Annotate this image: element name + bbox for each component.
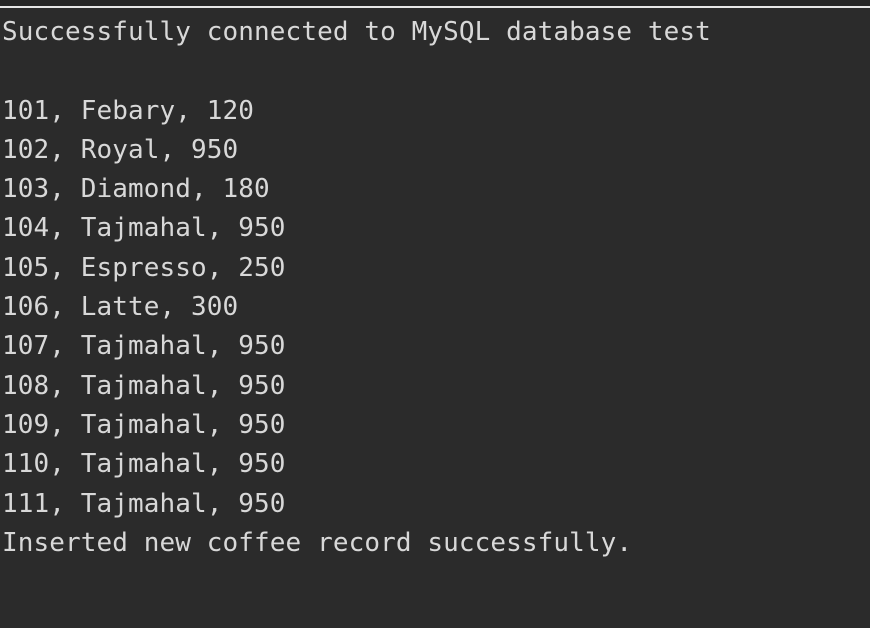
insert-success-message: Inserted new coffee record successfully.: [2, 527, 633, 558]
coffee-record-row: 109, Tajmahal, 950: [2, 409, 286, 440]
coffee-record-row: 102, Royal, 950: [2, 134, 239, 165]
console-output: Successfully connected to MySQL database…: [2, 13, 868, 563]
coffee-record-row: 105, Espresso, 250: [2, 252, 286, 283]
coffee-record-row: 103, Diamond, 180: [2, 174, 270, 205]
console-output-window: Successfully connected to MySQL database…: [0, 0, 870, 628]
coffee-record-row: 107, Tajmahal, 950: [2, 331, 286, 362]
top-window-edge: [0, 0, 870, 8]
coffee-record-row: 108, Tajmahal, 950: [2, 370, 286, 401]
coffee-record-row: 111, Tajmahal, 950: [2, 488, 286, 519]
coffee-record-row: 110, Tajmahal, 950: [2, 449, 286, 480]
coffee-record-row: 104, Tajmahal, 950: [2, 213, 286, 244]
connection-message: Successfully connected to MySQL database…: [2, 17, 711, 47]
coffee-record-row: 106, Latte, 300: [2, 292, 239, 323]
coffee-record-row: 101, Febary, 120: [2, 95, 255, 126]
